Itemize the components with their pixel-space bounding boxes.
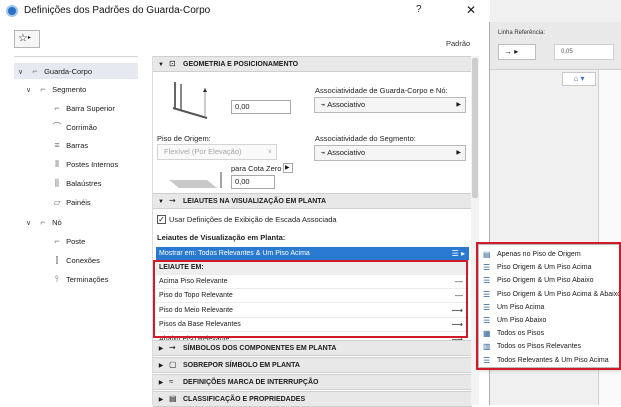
- chevron-right-icon: ▶: [456, 150, 461, 156]
- tree-item-label: Corrimão: [64, 123, 97, 132]
- section-header-symbol[interactable]: ▶ ⇝ SÍMBOLOS DOS COMPONENTES EM PLANTA: [153, 340, 472, 356]
- app-icon: [6, 5, 18, 17]
- highlight-box-popup: [476, 242, 621, 370]
- plan-layouts-label: Leiautes de Visualização em Planta:: [157, 233, 286, 242]
- dialog-title: Definições dos Padrões do Guarda-Corpo: [24, 5, 211, 16]
- chevron-down-icon[interactable]: ∨: [26, 83, 36, 99]
- chevron-down-icon: ∨: [267, 149, 272, 155]
- handrail-icon: ⌒: [52, 122, 62, 132]
- panels-icon: ▱: [53, 197, 61, 207]
- tree-item-terminations[interactable]: ⫯ Terminações: [14, 271, 138, 287]
- geometry-icon: ⊡: [169, 59, 176, 68]
- segment-associativity-select[interactable]: ⌁ Associativo ▶: [314, 145, 466, 161]
- connections-icon: ⫿: [55, 255, 59, 265]
- chevron-right-icon: ▸: [27, 35, 31, 41]
- section-header-overlay[interactable]: ▶ ▢ SOBREPOR SÍMBOLO EM PLANTA: [153, 357, 472, 373]
- tree-item-rails[interactable]: ≡ Barras: [14, 137, 138, 153]
- top-rail-icon: ⌐: [54, 103, 60, 113]
- show-on-floors-row[interactable]: Mostrar em: Todos Relevantes & Um Piso A…: [156, 247, 469, 261]
- origin-floor-select[interactable]: Flexível (Por Elevação) ∨: [157, 144, 277, 160]
- tree-item-label: Guarda-Corpo: [42, 67, 93, 76]
- preset-label: Padrão: [446, 39, 471, 48]
- plan-layouts-section-header[interactable]: ▼ ⇝ LEIAUTES NA VISUALIZAÇÃO EM PLANTA: [153, 193, 472, 209]
- zero-elevation-label: para Cota Zero: [231, 164, 282, 173]
- settings-panel: ▼ ⊡ GEOMETRIA E POSICIONAMENTO 0,00 Associ…: [152, 56, 472, 407]
- tree-item-panels[interactable]: ▱ Painéis: [14, 194, 138, 210]
- section-title: SOBREPOR SÍMBOLO EM PLANTA: [183, 362, 300, 369]
- rail-associativity-label: Associatividade de Guarda-Corpo e Nó:: [315, 86, 448, 95]
- node-icon: ⌐: [40, 217, 46, 227]
- overlay-icon: ▢: [169, 360, 177, 369]
- settings-tree: ∨ ⌐ Guarda-Corpo ∨ ⌐ Segmento ⌐ Barra Superi…: [14, 56, 138, 405]
- chevron-right-icon: ▶: [456, 102, 461, 108]
- chevron-down-icon[interactable]: ∨: [26, 216, 36, 232]
- zero-elevation-field[interactable]: 0,00: [231, 175, 275, 189]
- highlight-box-layouts: [153, 260, 468, 338]
- tree-item-top-rail[interactable]: ⌐ Barra Superior: [14, 100, 138, 116]
- tree-item-label: Terminações: [64, 275, 109, 284]
- rail-height-illustration: [172, 82, 208, 119]
- title-bar: Definições dos Padrões do Guarda-Corpo ?…: [0, 0, 490, 22]
- balusters-icon: ⫼: [54, 178, 60, 188]
- break-mark-icon: ≈: [169, 377, 174, 386]
- tree-item-label: Balaústres: [64, 179, 102, 188]
- background-toolbar: Linha Referência: → ▸ 0,05: [490, 22, 621, 70]
- tree-item-handrail[interactable]: ⌒ Corrimão: [14, 119, 138, 135]
- tree-item-inner-posts[interactable]: ⫴ Postes Internos: [14, 156, 138, 172]
- favorites-button[interactable]: ☆▸: [14, 30, 40, 48]
- scrollbar-thumb[interactable]: [472, 58, 478, 198]
- tree-item-label: Postes Internos: [64, 160, 119, 169]
- reference-line-value[interactable]: 0,05: [554, 44, 614, 60]
- rail-settings-dialog: Definições dos Padrões do Guarda-Corpo ?…: [0, 0, 490, 407]
- tree-item-rail[interactable]: ∨ ⌐ Guarda-Corpo: [14, 63, 138, 79]
- section-title: DEFINIÇÕES MARCA DE INTERRUPÇÃO: [183, 379, 319, 386]
- dropdown-arrow-icon[interactable]: ☰ ▸: [452, 247, 465, 261]
- chevron-right-icon: ▶: [158, 363, 164, 369]
- tree-item-node[interactable]: ∨ ⌐ Nó: [14, 214, 138, 230]
- use-stair-display-checkbox[interactable]: ✓: [157, 215, 166, 224]
- geometry-section-header[interactable]: ▼ ⊡ GEOMETRIA E POSICIONAMENTO: [153, 56, 472, 72]
- reference-line-label: Linha Referência:: [498, 30, 546, 36]
- chevron-down-icon: ▼: [158, 199, 164, 205]
- plan-layout-icon: ⇝: [169, 196, 176, 205]
- chevron-right-icon: ▶: [158, 346, 164, 352]
- star-icon: ☆: [18, 32, 28, 45]
- tree-item-label: Barras: [64, 141, 89, 150]
- help-button[interactable]: ?: [416, 4, 422, 15]
- view-tab-icon[interactable]: ⌂ ▾: [562, 72, 596, 86]
- zero-elevation-button[interactable]: ▶: [283, 163, 293, 173]
- rail-icon: ⌐: [32, 66, 38, 76]
- rails-icon: ≡: [54, 140, 60, 150]
- chevron-right-icon: ▶: [158, 380, 164, 386]
- tree-item-post[interactable]: ⌐ Poste: [14, 233, 138, 249]
- tree-item-balusters[interactable]: ⫼ Balaústres: [14, 175, 138, 191]
- post-icon: ⌐: [54, 236, 60, 246]
- tree-item-label: Barra Superior: [64, 104, 115, 113]
- segment-associativity-label: Associatividade do Segmento:: [315, 134, 416, 143]
- use-stair-display-label: Usar Definições de Exibição de Escada As…: [169, 215, 337, 224]
- rail-height-field[interactable]: 0,00: [231, 100, 291, 114]
- tree-item-label: Poste: [64, 237, 86, 246]
- segment-icon: ⌐: [40, 84, 46, 94]
- tree-item-label: Conexões: [64, 256, 100, 265]
- tree-item-label: Nó: [50, 218, 62, 227]
- chevron-down-icon[interactable]: ∨: [18, 65, 28, 81]
- classification-icon: ▤: [169, 394, 177, 403]
- rail-associativity-select[interactable]: ⌁ Associativo ▶: [314, 97, 466, 113]
- tree-item-label: Segmento: [50, 85, 87, 94]
- tree-item-connections[interactable]: ⫿ Conexões: [14, 252, 138, 268]
- reference-line-button[interactable]: → ▸: [498, 44, 536, 60]
- tree-item-label: Painéis: [64, 198, 91, 207]
- section-header-break-mark[interactable]: ▶ ≈ DEFINIÇÕES MARCA DE INTERRUPÇÃO: [153, 374, 472, 390]
- chevron-down-icon: ▼: [158, 62, 164, 68]
- origin-floor-label: Piso de Origem:: [157, 134, 211, 143]
- inner-posts-icon: ⫴: [55, 159, 59, 169]
- section-title: CLASSIFICAÇÃO E PROPRIEDADES: [183, 396, 306, 403]
- offset-illustration: [169, 172, 222, 188]
- section-title: SÍMBOLOS DOS COMPONENTES EM PLANTA: [183, 345, 337, 352]
- tree-item-segment[interactable]: ∨ ⌐ Segmento: [14, 81, 138, 97]
- terminations-icon: ⫯: [55, 274, 59, 284]
- symbol-icon: ⇝: [169, 343, 176, 352]
- close-button[interactable]: ✕: [466, 3, 476, 17]
